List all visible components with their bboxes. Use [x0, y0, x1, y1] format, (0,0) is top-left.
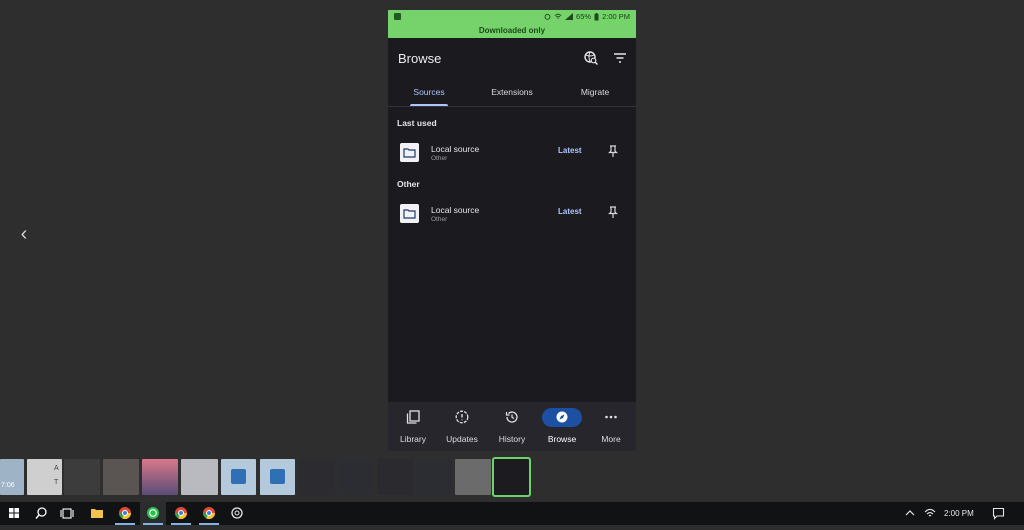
- chatgpt-button[interactable]: [224, 502, 250, 525]
- folder-icon: [400, 204, 419, 223]
- thumbnail[interactable]: [142, 459, 178, 495]
- status-time: 2:00 PM: [602, 12, 630, 21]
- file-explorer-button[interactable]: [84, 502, 110, 525]
- nav-label: Library: [400, 434, 426, 444]
- source-language: Other: [431, 155, 448, 162]
- thumbnail[interactable]: [377, 459, 413, 495]
- thumbnail[interactable]: [260, 459, 295, 495]
- thumbnail[interactable]: [181, 459, 218, 495]
- thumbnail-caption: 7:06: [1, 482, 15, 489]
- phone-screenshot: 65% 2:00 PM Downloaded only Browse Sourc…: [388, 10, 636, 451]
- history-icon: [505, 411, 518, 423]
- nav-label: More: [601, 434, 621, 444]
- chatgpt-icon: [231, 507, 243, 519]
- tab-migrate[interactable]: Migrate: [568, 82, 622, 106]
- tab-underline: [410, 104, 448, 106]
- thumbnail-caption: A: [54, 465, 59, 472]
- page-title: Browse: [398, 51, 442, 66]
- tab-extensions[interactable]: Extensions: [482, 82, 542, 106]
- downloaded-only-banner: Downloaded only: [388, 24, 636, 38]
- source-language: Other: [431, 216, 448, 223]
- bottom-navigation: Library Updates History Browse More: [388, 402, 636, 451]
- section-heading-other: Other: [397, 179, 420, 189]
- chrome-icon: [203, 507, 215, 520]
- status-bar: 65% 2:00 PM: [388, 10, 636, 24]
- signal-icon: [565, 13, 574, 20]
- tab-sources-label: Sources: [413, 87, 445, 97]
- nav-updates[interactable]: Updates: [437, 402, 487, 451]
- source-name: Local source: [431, 205, 480, 215]
- chrome-icon: [175, 507, 187, 520]
- nav-library[interactable]: Library: [388, 402, 438, 451]
- thumbnail[interactable]: [103, 459, 139, 495]
- task-view-icon[interactable]: [54, 502, 80, 525]
- taskbar-clock[interactable]: 2:00 PM: [944, 509, 974, 518]
- filter-icon[interactable]: [612, 50, 628, 66]
- start-icon[interactable]: [1, 502, 27, 525]
- source-row[interactable]: Local source Other Latest: [388, 199, 636, 229]
- thumbnail[interactable]: [64, 459, 100, 495]
- thumbnail[interactable]: A T: [27, 459, 62, 495]
- pin-icon[interactable]: [606, 205, 620, 219]
- thumbnail[interactable]: [338, 459, 374, 495]
- wifi-icon: [554, 13, 562, 19]
- app-bar: Browse: [388, 38, 636, 78]
- section-heading-last-used: Last used: [397, 118, 437, 128]
- chrome-button[interactable]: [196, 502, 222, 525]
- tab-sources[interactable]: Sources: [402, 82, 456, 106]
- chrome-icon: [119, 507, 131, 520]
- nav-label: Updates: [446, 434, 478, 444]
- previous-arrow-icon[interactable]: ‹: [14, 224, 34, 244]
- alarm-icon: [544, 13, 551, 20]
- latest-button[interactable]: Latest: [558, 207, 582, 216]
- thumbnail[interactable]: [416, 459, 452, 495]
- thumbnail[interactable]: 7:06: [0, 459, 24, 495]
- nav-label: History: [498, 434, 526, 444]
- globe-search-icon[interactable]: [583, 50, 599, 66]
- network-wifi-icon[interactable]: [924, 508, 936, 519]
- nav-browse[interactable]: Browse: [537, 402, 587, 451]
- taskbar: 2:00 PM: [0, 502, 1024, 525]
- whatsapp-button[interactable]: [140, 502, 166, 525]
- updates-icon: [455, 410, 469, 424]
- battery-percent: 65%: [576, 12, 592, 21]
- action-center-icon[interactable]: [992, 507, 1005, 520]
- source-name: Local source: [431, 144, 480, 154]
- app-icon: [270, 469, 285, 484]
- nav-label: Browse: [547, 434, 577, 444]
- search-icon[interactable]: [28, 502, 54, 525]
- more-icon: [605, 415, 617, 419]
- explore-icon: [556, 411, 568, 423]
- chrome-button[interactable]: [112, 502, 138, 525]
- source-row[interactable]: Local source Other Latest: [388, 138, 636, 168]
- pin-icon[interactable]: [606, 144, 620, 158]
- thumbnail-caption: T: [54, 479, 59, 486]
- tab-bar: Sources Extensions Migrate: [388, 82, 636, 107]
- chrome-button[interactable]: [168, 502, 194, 525]
- battery-icon: [594, 12, 599, 20]
- latest-button[interactable]: Latest: [558, 146, 582, 155]
- whatsapp-icon: [147, 507, 159, 519]
- thumbnail[interactable]: [455, 459, 491, 495]
- thumbnail[interactable]: [221, 459, 256, 495]
- nav-history[interactable]: History: [487, 402, 537, 451]
- library-icon: [406, 410, 420, 424]
- thumbnail[interactable]: [299, 459, 335, 495]
- thumbnail-selected[interactable]: [492, 457, 531, 497]
- folder-icon: [400, 143, 419, 162]
- nav-more[interactable]: More: [586, 402, 636, 451]
- file-explorer-icon: [91, 509, 103, 518]
- notification-icon: [394, 13, 401, 20]
- show-hidden-icons-icon[interactable]: [905, 509, 915, 517]
- app-icon: [231, 469, 246, 484]
- thumbnail-strip: 7:06 A T: [0, 457, 1024, 497]
